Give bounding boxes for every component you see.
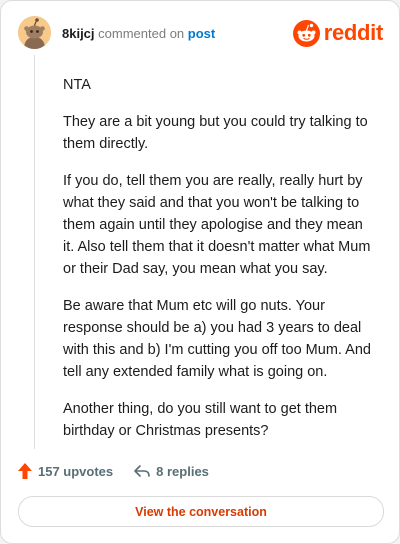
comment-paragraph: They are a bit young but you could try t… — [63, 114, 368, 152]
comment-paragraph: Be aware that Mum etc will go nuts. Your… — [63, 298, 371, 380]
view-conversation-button[interactable]: View the conversation — [18, 496, 384, 527]
reply-count: 8 replies — [156, 463, 209, 479]
upvote-arrow-icon — [18, 463, 32, 479]
view-conversation-label: View the conversation — [135, 504, 267, 519]
post-link[interactable]: post — [188, 26, 215, 41]
upvote-button[interactable]: 157 upvotes — [17, 462, 113, 480]
comment-actions: 157 upvotes 8 replies — [17, 461, 209, 481]
comment-paragraph: Another thing, do you still want to get … — [63, 401, 338, 439]
comment-header: 8kijcj commented on post reddit — [18, 16, 383, 52]
embedded-comment-card: 8kijcj commented on post reddit NTA They… — [0, 0, 400, 544]
user-avatar-icon[interactable] — [18, 16, 51, 49]
comment-body: NTA They are a bit young but you could t… — [63, 74, 373, 457]
comment-paragraph: NTA — [63, 77, 91, 93]
reply-arrow-icon — [134, 465, 150, 477]
reddit-logo-icon — [292, 19, 320, 47]
username-link[interactable]: 8kijcj — [62, 26, 95, 41]
reddit-brand[interactable]: reddit — [292, 18, 384, 48]
commented-on-text: commented on — [98, 26, 185, 41]
comment-paragraph: If you do, tell them you are really, rea… — [63, 173, 371, 277]
reddit-wordmark: reddit — [323, 20, 384, 45]
thread-line[interactable] — [34, 55, 35, 449]
comment-meta: 8kijcj commented on post — [62, 26, 215, 41]
upvote-count: 157 upvotes — [38, 463, 114, 479]
replies-button[interactable]: 8 replies — [133, 463, 209, 479]
